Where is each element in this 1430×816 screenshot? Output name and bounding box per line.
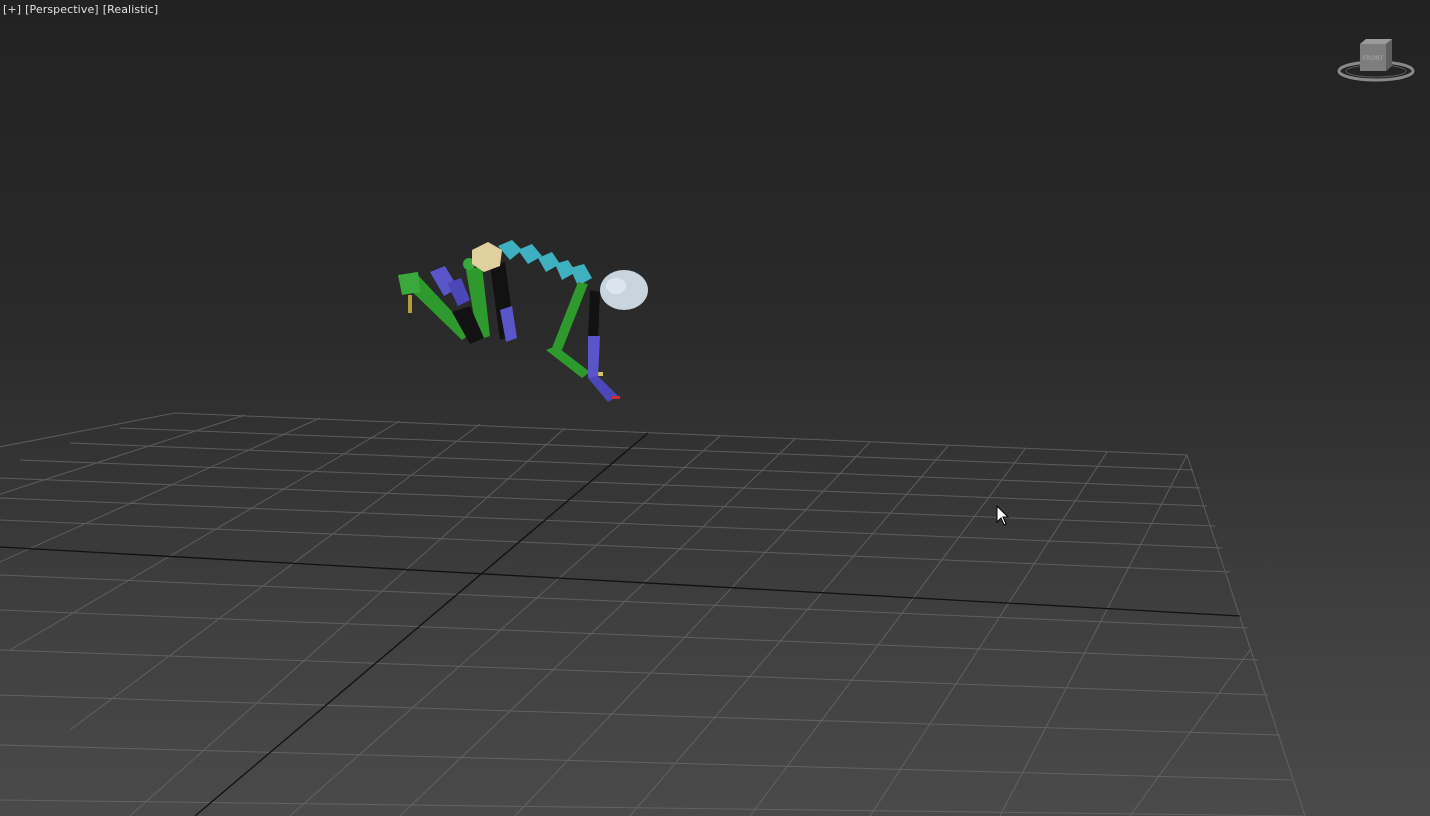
grid-axes (0, 432, 1241, 816)
biped-skeleton[interactable] (398, 240, 648, 402)
viewcube-icon[interactable]: FRONT (1336, 36, 1416, 86)
perspective-viewport[interactable]: [+] [Perspective] [Realistic] FRONT (0, 0, 1430, 816)
home-grid (0, 412, 1306, 816)
viewcube-front-label: FRONT (1363, 55, 1384, 62)
viewport-view-menu[interactable]: [Perspective] (25, 3, 99, 16)
viewport-shading-menu[interactable]: [Realistic] (103, 3, 159, 16)
mouse-pointer-icon (996, 505, 1010, 526)
back-left-leg[interactable] (398, 266, 472, 340)
viewport-label-menu[interactable]: [+] [Perspective] [Realistic] (3, 3, 158, 16)
spine[interactable] (498, 240, 592, 286)
viewport-general-menu[interactable]: [+] (3, 3, 21, 16)
scene-3d[interactable] (0, 0, 1430, 816)
